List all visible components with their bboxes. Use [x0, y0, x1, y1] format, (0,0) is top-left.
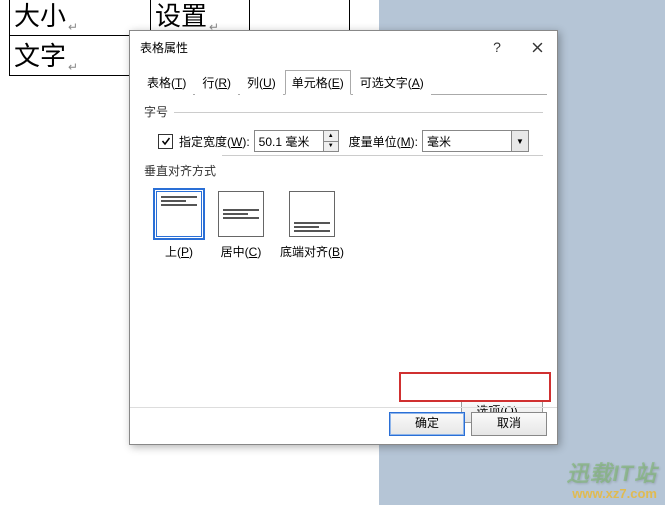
spin-up-button[interactable]: ▲	[324, 131, 338, 142]
preferred-width-input[interactable]	[255, 131, 323, 151]
tab-column[interactable]: 列(U)	[240, 70, 283, 95]
table-properties-dialog: 表格属性 ? 表格(T) 行(R) 列(U) 单元格(E) 可选文字(A) 字号…	[129, 30, 558, 445]
preferred-width-label: 指定宽度(W):	[179, 133, 250, 150]
dialog-titlebar: 表格属性 ?	[130, 31, 557, 63]
align-top-option[interactable]: 上(P)	[156, 191, 202, 260]
dialog-button-row: 确定 取消	[389, 412, 547, 436]
tab-table[interactable]: 表格(T)	[140, 70, 193, 95]
vertical-alignment-options: 上(P) 居中(C) 底端对齐(B)	[156, 191, 543, 260]
spin-down-button[interactable]: ▼	[324, 142, 338, 152]
align-center-option[interactable]: 居中(C)	[218, 191, 264, 260]
align-bottom-icon	[289, 191, 335, 237]
close-icon	[532, 42, 543, 53]
align-center-icon	[218, 191, 264, 237]
tab-cell[interactable]: 单元格(E)	[285, 70, 351, 95]
tab-alt-text[interactable]: 可选文字(A)	[353, 70, 431, 95]
paragraph-mark-icon: ↵	[68, 60, 78, 74]
align-top-label: 上(P)	[165, 243, 193, 260]
preferred-width-checkbox[interactable]	[158, 134, 173, 149]
align-bottom-label: 底端对齐(B)	[280, 243, 344, 260]
preferred-width-row: 指定宽度(W): ▲ ▼ 度量单位(M): 毫米 ▼	[144, 130, 543, 152]
ok-button[interactable]: 确定	[389, 412, 465, 436]
button-separator	[130, 407, 557, 408]
align-bottom-option[interactable]: 底端对齐(B)	[280, 191, 344, 260]
group-separator	[222, 155, 543, 156]
close-button[interactable]	[517, 32, 557, 62]
paragraph-mark-icon: ↵	[68, 20, 78, 34]
valign-group-label: 垂直对齐方式	[144, 162, 543, 179]
checkmark-icon	[161, 136, 171, 146]
cell-panel: 字号 指定宽度(W): ▲ ▼ 度量单位(M): 毫米 ▼ 垂直对齐方式	[130, 95, 557, 429]
dialog-title: 表格属性	[140, 39, 477, 56]
tab-row[interactable]: 行(R)	[195, 70, 238, 95]
align-top-icon	[156, 191, 202, 237]
measure-unit-value: 毫米	[423, 131, 511, 151]
dropdown-arrow-icon[interactable]: ▼	[511, 131, 528, 151]
group-separator	[174, 112, 543, 113]
align-center-label: 居中(C)	[221, 243, 262, 260]
measure-unit-label: 度量单位(M):	[349, 133, 418, 150]
help-button[interactable]: ?	[477, 32, 517, 62]
measure-unit-select[interactable]: 毫米 ▼	[422, 130, 529, 152]
dialog-tabs: 表格(T) 行(R) 列(U) 单元格(E) 可选文字(A)	[140, 69, 547, 95]
cancel-button[interactable]: 取消	[471, 412, 547, 436]
preferred-width-spinner[interactable]: ▲ ▼	[254, 130, 339, 152]
